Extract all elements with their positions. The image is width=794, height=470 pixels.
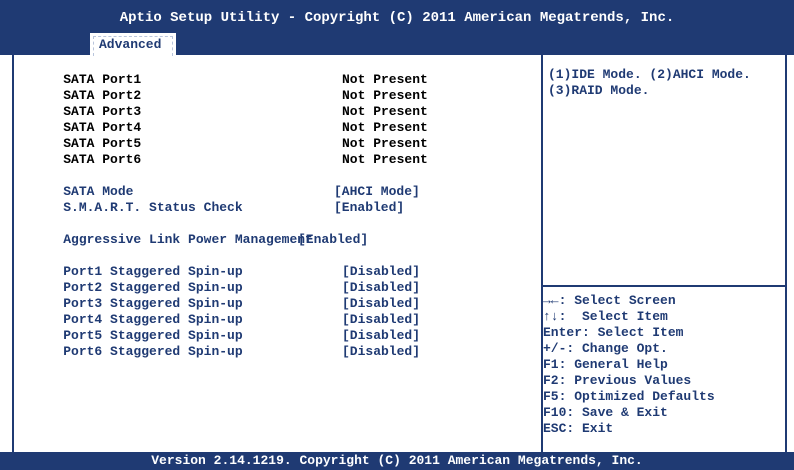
sata-port-label: SATA Port1 — [63, 72, 142, 87]
sata-port-label: SATA Port5 — [63, 136, 142, 151]
smart-status-value[interactable]: [Enabled] — [334, 200, 404, 216]
sata-port-label: SATA Port6 — [63, 152, 142, 167]
sata-port-row: SATA Port2 Not Present — [32, 88, 428, 104]
bios-header: Aptio Setup Utility - Copyright (C) 2011… — [0, 0, 794, 56]
sata-port-label: SATA Port3 — [63, 104, 142, 119]
sata-port-row: SATA Port1 Not Present — [32, 72, 428, 88]
sata-port-status: Not Present — [342, 104, 428, 119]
smart-status-setting[interactable]: S.M.A.R.T. Status Check [Enabled] — [32, 200, 404, 216]
spinup-value[interactable]: [Disabled] — [342, 312, 420, 328]
sata-mode-value[interactable]: [AHCI Mode] — [334, 184, 420, 200]
alpm-value[interactable]: [Enabled] — [298, 232, 368, 248]
spinup-label: Port2 Staggered Spin-up — [63, 280, 243, 295]
spinup-value[interactable]: [Disabled] — [342, 328, 420, 344]
sata-port-row: SATA Port6 Not Present — [32, 152, 428, 168]
key-legend-item: F5: Optimized Defaults — [543, 389, 715, 404]
key-legend: →←: Select Screen ↑↓: Select Item Enter:… — [543, 293, 787, 437]
sata-port-status: Not Present — [342, 72, 428, 87]
sata-port-status: Not Present — [342, 152, 428, 167]
spinup-setting[interactable]: Port4 Staggered Spin-up [Disabled] — [32, 312, 420, 328]
spinup-setting[interactable]: Port6 Staggered Spin-up [Disabled] — [32, 344, 420, 360]
spinup-value[interactable]: [Disabled] — [342, 344, 420, 360]
key-legend-item: ↑↓: Select Item — [543, 309, 668, 324]
spinup-label: Port5 Staggered Spin-up — [63, 328, 243, 343]
sata-mode-label: SATA Mode — [63, 184, 134, 199]
sata-port-row: SATA Port5 Not Present — [32, 136, 428, 152]
key-legend-item: F2: Previous Values — [543, 373, 692, 388]
spinup-setting[interactable]: Port2 Staggered Spin-up [Disabled] — [32, 280, 420, 296]
help-text: (1)IDE Mode. (2)AHCI Mode. (3)RAID Mode. — [548, 67, 751, 98]
spinup-label: Port4 Staggered Spin-up — [63, 312, 243, 327]
key-legend-item: →←: Select Screen — [543, 293, 676, 308]
key-legend-item: +/-: Change Opt. — [543, 341, 668, 356]
main-panel: SATA Port1 Not Present SATA Port2 Not Pr… — [12, 55, 787, 452]
sata-port-row: SATA Port3 Not Present — [32, 104, 428, 120]
spinup-value[interactable]: [Disabled] — [342, 280, 420, 296]
sata-port-label: SATA Port4 — [63, 120, 142, 135]
sata-port-label: SATA Port2 — [63, 88, 142, 103]
sata-port-row: SATA Port4 Not Present — [32, 120, 428, 136]
help-divider — [543, 285, 787, 287]
sata-mode-setting[interactable]: SATA Mode [AHCI Mode] — [32, 184, 420, 200]
app-title: Aptio Setup Utility - Copyright (C) 2011… — [119, 10, 675, 26]
alpm-label: Aggressive Link Power Management — [63, 232, 313, 247]
spinup-label: Port3 Staggered Spin-up — [63, 296, 243, 311]
smart-status-label: S.M.A.R.T. Status Check — [63, 200, 243, 215]
spinup-value[interactable]: [Disabled] — [342, 264, 420, 280]
spinup-setting[interactable]: Port3 Staggered Spin-up [Disabled] — [32, 296, 420, 312]
key-legend-item: ESC: Exit — [543, 421, 614, 436]
spinup-label: Port6 Staggered Spin-up — [63, 344, 243, 359]
tab-advanced[interactable]: Advanced — [90, 33, 176, 56]
sata-port-status: Not Present — [342, 120, 428, 135]
spinup-value[interactable]: [Disabled] — [342, 296, 420, 312]
key-legend-item: Enter: Select Item — [543, 325, 684, 340]
spinup-label: Port1 Staggered Spin-up — [63, 264, 243, 279]
key-legend-item: F1: General Help — [543, 357, 668, 372]
sata-port-status: Not Present — [342, 136, 428, 151]
key-legend-item: F10: Save & Exit — [543, 405, 668, 420]
spinup-setting[interactable]: Port5 Staggered Spin-up [Disabled] — [32, 328, 420, 344]
sata-port-status: Not Present — [342, 88, 428, 103]
alpm-setting[interactable]: Aggressive Link Power Management [Enable… — [32, 232, 368, 248]
version-footer: Version 2.14.1219. Copyright (C) 2011 Am… — [0, 452, 794, 470]
spinup-setting[interactable]: Port1 Staggered Spin-up [Disabled] — [32, 264, 420, 280]
